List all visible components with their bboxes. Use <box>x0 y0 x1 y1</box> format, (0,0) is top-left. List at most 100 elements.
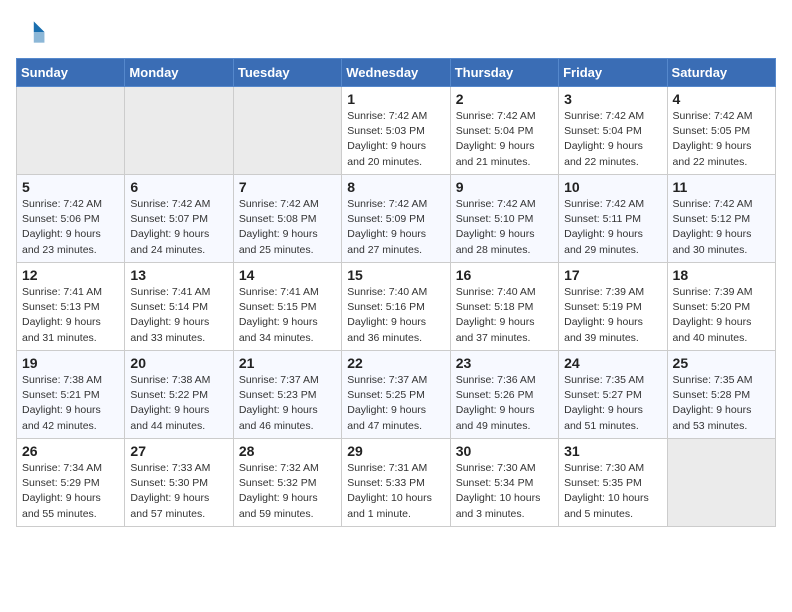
day-detail: Sunrise: 7:34 AMSunset: 5:29 PMDaylight:… <box>22 461 119 522</box>
day-number: 24 <box>564 355 661 371</box>
day-detail: Sunrise: 7:38 AMSunset: 5:21 PMDaylight:… <box>22 373 119 434</box>
weekday-header-monday: Monday <box>125 59 233 87</box>
day-detail: Sunrise: 7:42 AMSunset: 5:07 PMDaylight:… <box>130 197 227 258</box>
day-number: 19 <box>22 355 119 371</box>
day-number: 10 <box>564 179 661 195</box>
day-number: 16 <box>456 267 553 283</box>
day-detail: Sunrise: 7:41 AMSunset: 5:15 PMDaylight:… <box>239 285 336 346</box>
calendar-cell: 22 Sunrise: 7:37 AMSunset: 5:25 PMDayligh… <box>342 351 450 439</box>
day-detail: Sunrise: 7:40 AMSunset: 5:16 PMDaylight:… <box>347 285 444 346</box>
day-detail: Sunrise: 7:37 AMSunset: 5:25 PMDaylight:… <box>347 373 444 434</box>
day-number: 13 <box>130 267 227 283</box>
day-number: 8 <box>347 179 444 195</box>
calendar-cell: 1Sunrise: 7:42 AMSunset: 5:03 PMDaylight… <box>342 87 450 175</box>
header <box>16 16 776 48</box>
day-detail: Sunrise: 7:42 AMSunset: 5:04 PMDaylight:… <box>456 109 553 170</box>
day-number: 26 <box>22 443 119 459</box>
calendar-cell: 9 Sunrise: 7:42 AMSunset: 5:10 PMDaylight… <box>450 175 558 263</box>
day-detail: Sunrise: 7:36 AMSunset: 5:26 PMDaylight:… <box>456 373 553 434</box>
day-detail: Sunrise: 7:30 AMSunset: 5:34 PMDaylight:… <box>456 461 553 522</box>
weekday-header-tuesday: Tuesday <box>233 59 341 87</box>
day-detail: Sunrise: 7:42 AMSunset: 5:08 PMDaylight:… <box>239 197 336 258</box>
day-number: 20 <box>130 355 227 371</box>
day-detail: Sunrise: 7:37 AMSunset: 5:23 PMDaylight:… <box>239 373 336 434</box>
calendar-cell: 12 Sunrise: 7:41 AMSunset: 5:13 PMDayligh… <box>17 263 125 351</box>
calendar-cell: 3 Sunrise: 7:42 AMSunset: 5:04 PMDaylight… <box>559 87 667 175</box>
day-number: 6 <box>130 179 227 195</box>
logo <box>16 16 52 48</box>
weekday-header-thursday: Thursday <box>450 59 558 87</box>
day-detail: Sunrise: 7:42 AMSunset: 5:04 PMDaylight:… <box>564 109 661 170</box>
day-number: 15 <box>347 267 444 283</box>
calendar-cell: 16 Sunrise: 7:40 AMSunset: 5:18 PMDayligh… <box>450 263 558 351</box>
weekday-header-saturday: Saturday <box>667 59 775 87</box>
calendar-cell <box>667 439 775 527</box>
weekday-header-row: SundayMondayTuesdayWednesdayThursdayFrid… <box>17 59 776 87</box>
day-number: 21 <box>239 355 336 371</box>
calendar-cell: 25 Sunrise: 7:35 AMSunset: 5:28 PMDayligh… <box>667 351 775 439</box>
day-number: 29 <box>347 443 444 459</box>
calendar-cell: 29 Sunrise: 7:31 AMSunset: 5:33 PMDayligh… <box>342 439 450 527</box>
day-number: 25 <box>673 355 770 371</box>
day-detail: Sunrise: 7:35 AMSunset: 5:28 PMDaylight:… <box>673 373 770 434</box>
day-detail: Sunrise: 7:41 AMSunset: 5:13 PMDaylight:… <box>22 285 119 346</box>
day-detail: Sunrise: 7:35 AMSunset: 5:27 PMDaylight:… <box>564 373 661 434</box>
calendar-cell: 14 Sunrise: 7:41 AMSunset: 5:15 PMDayligh… <box>233 263 341 351</box>
page-container: SundayMondayTuesdayWednesdayThursdayFrid… <box>16 16 776 527</box>
day-number: 23 <box>456 355 553 371</box>
calendar-cell: 2 Sunrise: 7:42 AMSunset: 5:04 PMDaylight… <box>450 87 558 175</box>
calendar-cell: 27Sunrise: 7:33 AMSunset: 5:30 PMDayligh… <box>125 439 233 527</box>
day-detail: Sunrise: 7:42 AMSunset: 5:11 PMDaylight:… <box>564 197 661 258</box>
calendar-week-row: 19 Sunrise: 7:38 AMSunset: 5:21 PMDayligh… <box>17 351 776 439</box>
calendar-cell: 26 Sunrise: 7:34 AMSunset: 5:29 PMDayligh… <box>17 439 125 527</box>
day-number: 3 <box>564 91 661 107</box>
day-detail: Sunrise: 7:38 AMSunset: 5:22 PMDaylight:… <box>130 373 227 434</box>
day-number: 17 <box>564 267 661 283</box>
calendar-week-row: 26 Sunrise: 7:34 AMSunset: 5:29 PMDayligh… <box>17 439 776 527</box>
calendar-cell: 30 Sunrise: 7:30 AMSunset: 5:34 PMDayligh… <box>450 439 558 527</box>
day-detail: Sunrise: 7:42 AMSunset: 5:03 PMDaylight:… <box>347 109 444 170</box>
day-detail: Sunrise: 7:31 AMSunset: 5:33 PMDaylight:… <box>347 461 444 522</box>
day-number: 22 <box>347 355 444 371</box>
day-number: 2 <box>456 91 553 107</box>
day-number: 14 <box>239 267 336 283</box>
day-detail: Sunrise: 7:42 AMSunset: 5:12 PMDaylight:… <box>673 197 770 258</box>
logo-icon <box>16 16 48 48</box>
calendar-cell <box>125 87 233 175</box>
day-number: 12 <box>22 267 119 283</box>
day-number: 7 <box>239 179 336 195</box>
calendar-cell: 31Sunrise: 7:30 AMSunset: 5:35 PMDayligh… <box>559 439 667 527</box>
calendar-cell: 7 Sunrise: 7:42 AMSunset: 5:08 PMDaylight… <box>233 175 341 263</box>
day-detail: Sunrise: 7:42 AMSunset: 5:06 PMDaylight:… <box>22 197 119 258</box>
calendar-cell: 19 Sunrise: 7:38 AMSunset: 5:21 PMDayligh… <box>17 351 125 439</box>
day-detail: Sunrise: 7:41 AMSunset: 5:14 PMDaylight:… <box>130 285 227 346</box>
calendar-cell: 11Sunrise: 7:42 AMSunset: 5:12 PMDayligh… <box>667 175 775 263</box>
calendar-cell: 5 Sunrise: 7:42 AMSunset: 5:06 PMDaylight… <box>17 175 125 263</box>
day-number: 4 <box>673 91 770 107</box>
day-number: 27 <box>130 443 227 459</box>
day-detail: Sunrise: 7:42 AMSunset: 5:05 PMDaylight:… <box>673 109 770 170</box>
calendar-cell <box>17 87 125 175</box>
day-number: 30 <box>456 443 553 459</box>
day-detail: Sunrise: 7:32 AMSunset: 5:32 PMDaylight:… <box>239 461 336 522</box>
calendar-cell: 20 Sunrise: 7:38 AMSunset: 5:22 PMDayligh… <box>125 351 233 439</box>
calendar-week-row: 5 Sunrise: 7:42 AMSunset: 5:06 PMDaylight… <box>17 175 776 263</box>
calendar-cell: 15 Sunrise: 7:40 AMSunset: 5:16 PMDayligh… <box>342 263 450 351</box>
day-number: 28 <box>239 443 336 459</box>
calendar-cell: 23 Sunrise: 7:36 AMSunset: 5:26 PMDayligh… <box>450 351 558 439</box>
day-number: 18 <box>673 267 770 283</box>
calendar-cell: 13 Sunrise: 7:41 AMSunset: 5:14 PMDayligh… <box>125 263 233 351</box>
day-detail: Sunrise: 7:42 AMSunset: 5:10 PMDaylight:… <box>456 197 553 258</box>
day-detail: Sunrise: 7:40 AMSunset: 5:18 PMDaylight:… <box>456 285 553 346</box>
day-number: 5 <box>22 179 119 195</box>
day-number: 9 <box>456 179 553 195</box>
calendar-cell: 10 Sunrise: 7:42 AMSunset: 5:11 PMDayligh… <box>559 175 667 263</box>
calendar-cell: 18Sunrise: 7:39 AMSunset: 5:20 PMDayligh… <box>667 263 775 351</box>
calendar-cell: 21 Sunrise: 7:37 AMSunset: 5:23 PMDayligh… <box>233 351 341 439</box>
calendar-cell: 6 Sunrise: 7:42 AMSunset: 5:07 PMDaylight… <box>125 175 233 263</box>
calendar-week-row: 1Sunrise: 7:42 AMSunset: 5:03 PMDaylight… <box>17 87 776 175</box>
day-detail: Sunrise: 7:42 AMSunset: 5:09 PMDaylight:… <box>347 197 444 258</box>
calendar-week-row: 12 Sunrise: 7:41 AMSunset: 5:13 PMDayligh… <box>17 263 776 351</box>
day-detail: Sunrise: 7:30 AMSunset: 5:35 PMDaylight:… <box>564 461 661 522</box>
calendar-cell: 4 Sunrise: 7:42 AMSunset: 5:05 PMDaylight… <box>667 87 775 175</box>
